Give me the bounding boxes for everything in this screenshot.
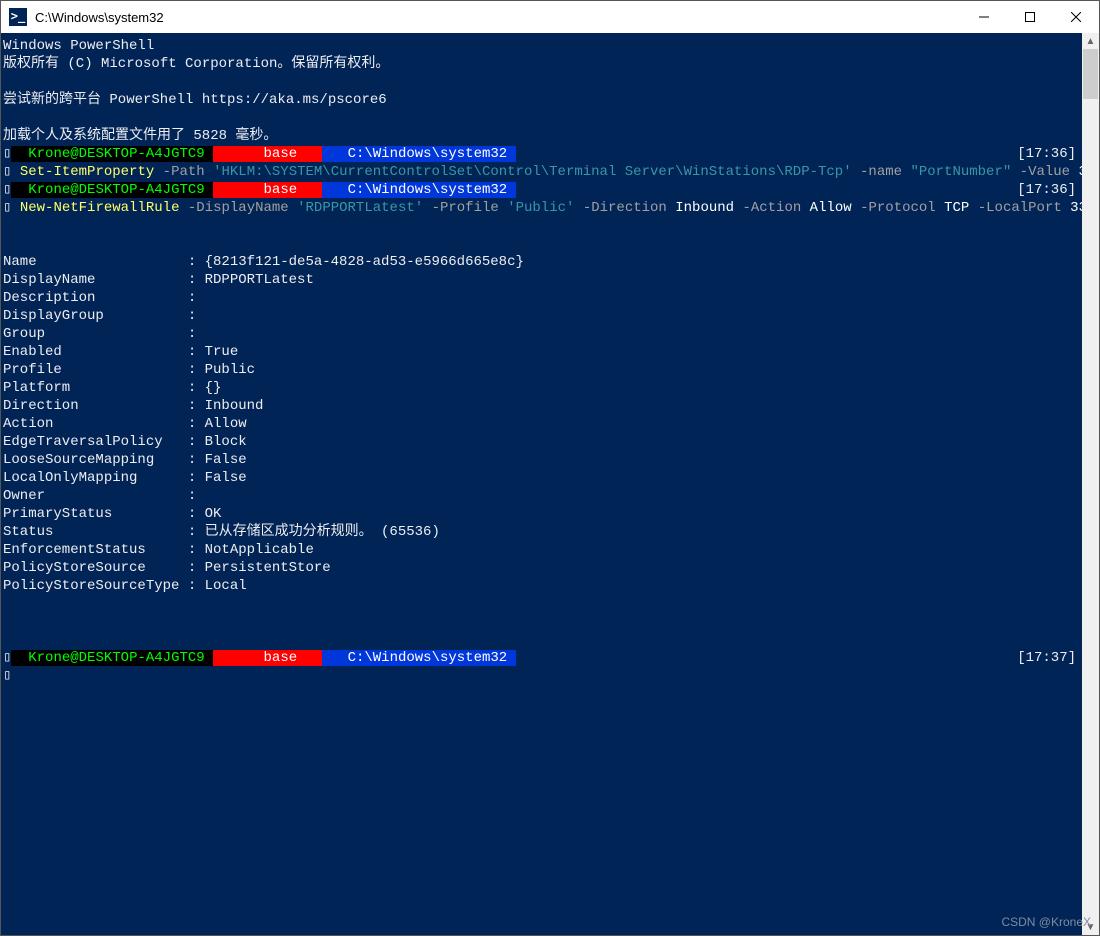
scrollbar[interactable]: ▲ ▼ [1082, 33, 1099, 935]
output-line: Name : {8213f121-de5a-4828-ad53-e5966d66… [3, 253, 1080, 271]
output-line: DisplayGroup : [3, 307, 1080, 325]
prompt-user: Krone@DESKTOP-A4JGTC9 [11, 146, 213, 162]
output-line: EdgeTraversalPolicy : Block [3, 433, 1080, 451]
output-line: Description : [3, 289, 1080, 307]
output-block: Name : {8213f121-de5a-4828-ad53-e5966d66… [3, 253, 1080, 595]
close-button[interactable] [1053, 1, 1099, 33]
command-line: ▯ Set-ItemProperty -Path 'HKLM:\SYSTEM\C… [3, 163, 1080, 181]
prompt-time: [17:37] [1017, 649, 1080, 667]
terminal[interactable]: Windows PowerShell版权所有 (C) Microsoft Cor… [1, 33, 1082, 935]
output-line: PolicyStoreSource : PersistentStore [3, 559, 1080, 577]
prompt-row: ▯ Krone@DESKTOP-A4JGTC9 base C:\Windows\… [3, 181, 1080, 199]
output-line: Status : 已从存储区成功分析规则。 (65536) [3, 523, 1080, 541]
prompt-user: Krone@DESKTOP-A4JGTC9 [11, 182, 213, 198]
output-line: PolicyStoreSourceType : Local [3, 577, 1080, 595]
header-line: 版权所有 (C) Microsoft Corporation。保留所有权利。 [3, 55, 1080, 73]
titlebar[interactable]: >_ C:\Windows\system32 [1, 1, 1099, 33]
output-line: Group : [3, 325, 1080, 343]
output-line: Owner : [3, 487, 1080, 505]
prompt-env: base [213, 182, 322, 198]
output-line: EnforcementStatus : NotApplicable [3, 541, 1080, 559]
output-line: Action : Allow [3, 415, 1080, 433]
output-line: DisplayName : RDPPORTLatest [3, 271, 1080, 289]
prompt-env: base [213, 146, 322, 162]
output-line: Profile : Public [3, 361, 1080, 379]
prompt-row: ▯ Krone@DESKTOP-A4JGTC9 base C:\Windows\… [3, 649, 1080, 667]
maximize-button[interactable] [1007, 1, 1053, 33]
output-line: Platform : {} [3, 379, 1080, 397]
header-line: 尝试新的跨平台 PowerShell https://aka.ms/pscore… [3, 91, 1080, 109]
prompt-time: [17:36] [1017, 181, 1080, 199]
prompt-path: C:\Windows\system32 [322, 650, 515, 666]
header-line: 加载个人及系统配置文件用了 5828 毫秒。 [3, 127, 1080, 145]
output-line: PrimaryStatus : OK [3, 505, 1080, 523]
prompt-row: ▯ Krone@DESKTOP-A4JGTC9 base C:\Windows\… [3, 145, 1080, 163]
powershell-icon: >_ [9, 8, 27, 26]
cursor-line: ▯ [3, 667, 1080, 685]
prompt-user: Krone@DESKTOP-A4JGTC9 [11, 650, 213, 666]
prompt-path: C:\Windows\system32 [322, 146, 515, 162]
output-line: Direction : Inbound [3, 397, 1080, 415]
output-line: LooseSourceMapping : False [3, 451, 1080, 469]
output-line: Enabled : True [3, 343, 1080, 361]
prompt-time: [17:36] [1017, 145, 1080, 163]
prompt-env: base [213, 650, 322, 666]
command-line: ▯ New-NetFirewallRule -DisplayName 'RDPP… [3, 199, 1080, 217]
minimize-button[interactable] [961, 1, 1007, 33]
scroll-thumb[interactable] [1083, 49, 1098, 99]
header-line: Windows PowerShell [3, 37, 1080, 55]
terminal-wrap: Windows PowerShell版权所有 (C) Microsoft Cor… [1, 33, 1099, 935]
window-title: C:\Windows\system32 [35, 10, 164, 25]
output-line: LocalOnlyMapping : False [3, 469, 1080, 487]
watermark: CSDN @KroneX [1001, 915, 1091, 929]
prompt-path: C:\Windows\system32 [322, 182, 515, 198]
scroll-up-icon[interactable]: ▲ [1082, 33, 1099, 49]
powershell-window: >_ C:\Windows\system32 Windows PowerShel… [0, 0, 1100, 936]
